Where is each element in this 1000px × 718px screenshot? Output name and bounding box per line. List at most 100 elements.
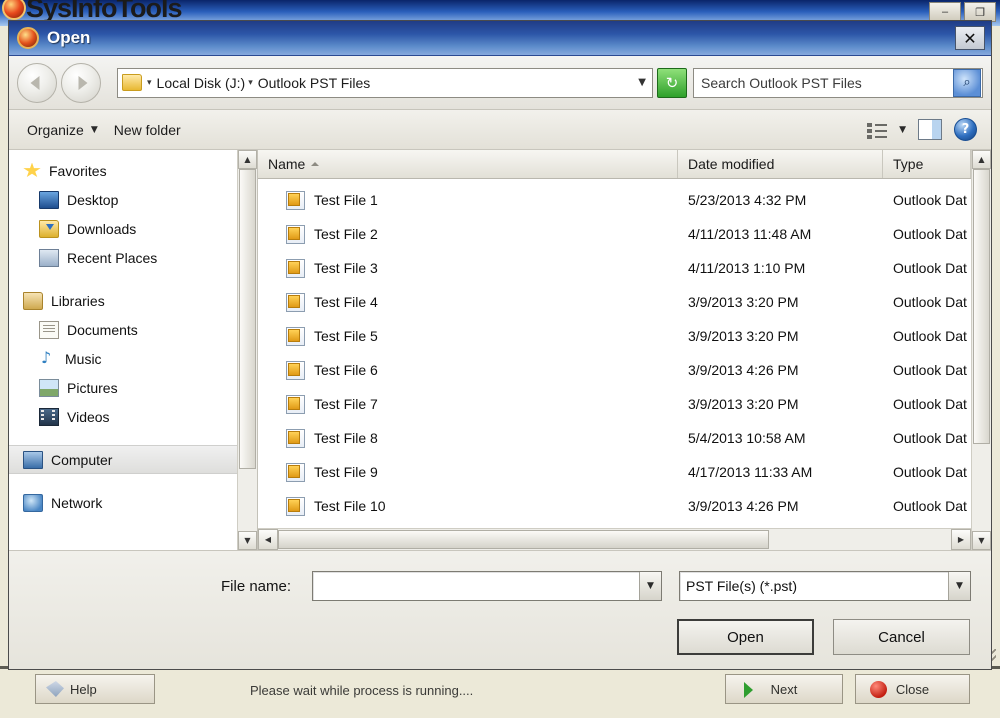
close-icon[interactable]: ✕ bbox=[955, 26, 985, 50]
sidebar-item-favorites[interactable]: Favorites bbox=[9, 156, 237, 185]
sidebar-item-label: Computer bbox=[51, 452, 112, 468]
sidebar-item-label: Desktop bbox=[67, 192, 118, 208]
table-row[interactable]: Test File 9 4/17/2013 11:33 AM Outlook D… bbox=[258, 455, 971, 489]
documents-icon bbox=[39, 321, 59, 339]
table-row[interactable]: Test File 1 5/23/2013 4:32 PM Outlook Da… bbox=[258, 183, 971, 217]
sidebar-scroll-thumb[interactable] bbox=[239, 169, 256, 469]
breadcrumb-item-folder[interactable]: Outlook PST Files bbox=[258, 75, 371, 91]
background-minimize-button[interactable]: – bbox=[929, 2, 961, 22]
filelist-scroll-thumb[interactable] bbox=[973, 169, 990, 444]
filelist-scroll-track[interactable] bbox=[972, 169, 991, 531]
file-type-cell: Outlook Dat bbox=[883, 260, 971, 276]
file-type-cell: Outlook Dat bbox=[883, 328, 971, 344]
sidebar-item-downloads[interactable]: Downloads bbox=[9, 214, 237, 243]
chevron-down-icon[interactable]: ▼ bbox=[899, 125, 906, 135]
scroll-up-icon[interactable]: ▲ bbox=[238, 150, 257, 169]
forward-button[interactable] bbox=[61, 63, 101, 103]
open-button[interactable]: Open bbox=[677, 619, 814, 655]
file-type-select[interactable]: PST File(s) (*.pst) ▼ bbox=[679, 571, 971, 601]
sidebar-item-recent-places[interactable]: Recent Places bbox=[9, 243, 237, 272]
file-name-cell[interactable]: Test File 4 bbox=[258, 293, 678, 312]
file-name-input[interactable]: ▼ bbox=[312, 571, 662, 601]
chevron-down-icon[interactable]: ▼ bbox=[639, 572, 661, 600]
file-name-label: Test File 5 bbox=[314, 328, 378, 344]
chevron-down-icon[interactable]: ▼ bbox=[638, 77, 646, 88]
scroll-up-icon[interactable]: ▲ bbox=[972, 150, 991, 169]
search-placeholder: Search Outlook PST Files bbox=[694, 75, 953, 91]
search-input[interactable]: Search Outlook PST Files ⌕ bbox=[693, 68, 983, 98]
table-row[interactable]: Test File 8 5/4/2013 10:58 AM Outlook Da… bbox=[258, 421, 971, 455]
scroll-down-icon[interactable]: ▼ bbox=[238, 531, 257, 550]
sidebar-item-label: Documents bbox=[67, 322, 138, 338]
sidebar-item-label: Recent Places bbox=[67, 250, 157, 266]
table-row[interactable]: Test File 5 3/9/2013 3:20 PM Outlook Dat bbox=[258, 319, 971, 353]
file-name-cell[interactable]: Test File 2 bbox=[258, 225, 678, 244]
table-row[interactable]: Test File 7 3/9/2013 3:20 PM Outlook Dat bbox=[258, 387, 971, 421]
file-list-horizontal-scrollbar[interactable]: ◀ ▶ bbox=[258, 528, 971, 550]
file-date-cell: 3/9/2013 4:26 PM bbox=[678, 362, 883, 378]
column-header-name[interactable]: Name bbox=[258, 150, 678, 178]
file-name-cell[interactable]: Test File 1 bbox=[258, 191, 678, 210]
preview-pane-icon[interactable] bbox=[918, 119, 942, 140]
file-name-cell[interactable]: Test File 5 bbox=[258, 327, 678, 346]
file-name-cell[interactable]: Test File 9 bbox=[258, 463, 678, 482]
help-icon[interactable]: ? bbox=[954, 118, 977, 141]
scroll-right-icon[interactable]: ▶ bbox=[951, 529, 971, 550]
file-name-cell[interactable]: Test File 8 bbox=[258, 429, 678, 448]
file-name-cell[interactable]: Test File 3 bbox=[258, 259, 678, 278]
dialog-app-icon bbox=[17, 27, 39, 49]
new-folder-button[interactable]: New folder bbox=[106, 118, 189, 142]
file-name-cell[interactable]: Test File 6 bbox=[258, 361, 678, 380]
background-window-controls[interactable]: – ❐ bbox=[929, 2, 996, 22]
sidebar-item-computer[interactable]: Computer bbox=[9, 445, 237, 474]
sidebar-item-documents[interactable]: Documents bbox=[9, 315, 237, 344]
sidebar-item-network[interactable]: Network bbox=[9, 488, 237, 517]
column-header-date-modified[interactable]: Date modified bbox=[678, 150, 883, 178]
sidebar-item-desktop[interactable]: Desktop bbox=[9, 185, 237, 214]
file-name-label: Test File 7 bbox=[314, 396, 378, 412]
cancel-button[interactable]: Cancel bbox=[833, 619, 970, 655]
column-header-type[interactable]: Type bbox=[883, 150, 971, 178]
back-button[interactable] bbox=[17, 63, 57, 103]
sidebar-scroll-track[interactable] bbox=[238, 169, 257, 531]
background-close-button[interactable]: Close bbox=[855, 674, 970, 704]
file-name-cell[interactable]: Test File 7 bbox=[258, 395, 678, 414]
chevron-down-icon[interactable]: ▼ bbox=[948, 572, 970, 600]
file-type-cell: Outlook Dat bbox=[883, 498, 971, 514]
sidebar-item-videos[interactable]: Videos bbox=[9, 402, 237, 431]
table-row[interactable]: Test File 3 4/11/2013 1:10 PM Outlook Da… bbox=[258, 251, 971, 285]
file-name-cell[interactable]: Test File 10 bbox=[258, 497, 678, 516]
hscroll-thumb[interactable] bbox=[278, 530, 769, 549]
sidebar-item-libraries[interactable]: Libraries bbox=[9, 286, 237, 315]
scroll-left-icon[interactable]: ◀ bbox=[258, 529, 278, 550]
sidebar-group-gap bbox=[9, 272, 237, 286]
hscroll-track[interactable] bbox=[278, 529, 951, 550]
search-icon[interactable]: ⌕ bbox=[953, 69, 981, 97]
column-header-row: Name Date modified Type bbox=[258, 150, 971, 179]
breadcrumb[interactable]: ▾ Local Disk (J:) ▾ Outlook PST Files ▼ bbox=[117, 68, 653, 98]
breadcrumb-item-drive[interactable]: Local Disk (J:) bbox=[157, 75, 246, 91]
background-help-button[interactable]: Help bbox=[35, 674, 155, 704]
file-type-cell: Outlook Dat bbox=[883, 396, 971, 412]
refresh-icon[interactable]: ↻ bbox=[657, 68, 687, 98]
view-mode-icon[interactable] bbox=[867, 122, 887, 138]
file-list-vertical-scrollbar[interactable]: ▲ ▼ bbox=[971, 150, 991, 550]
organize-button[interactable]: Organize ▼ bbox=[19, 118, 106, 142]
dialog-title: Open bbox=[47, 28, 90, 48]
close-circle-icon bbox=[870, 681, 887, 698]
background-next-button[interactable]: Next bbox=[725, 674, 843, 704]
file-name-label: Test File 3 bbox=[314, 260, 378, 276]
table-row[interactable]: Test File 4 3/9/2013 3:20 PM Outlook Dat bbox=[258, 285, 971, 319]
table-row[interactable]: Test File 6 3/9/2013 4:26 PM Outlook Dat bbox=[258, 353, 971, 387]
table-row[interactable]: Test File 2 4/11/2013 11:48 AM Outlook D… bbox=[258, 217, 971, 251]
sidebar-item-music[interactable]: Music bbox=[9, 344, 237, 373]
dialog-footer: File name: ▼ PST File(s) (*.pst) ▼ Open … bbox=[9, 551, 991, 669]
file-date-cell: 5/23/2013 4:32 PM bbox=[678, 192, 883, 208]
background-maximize-button[interactable]: ❐ bbox=[964, 2, 996, 22]
table-row[interactable]: Test File 10 3/9/2013 4:26 PM Outlook Da… bbox=[258, 489, 971, 523]
sidebar-scrollbar[interactable]: ▲ ▼ bbox=[237, 150, 257, 550]
scroll-down-icon[interactable]: ▼ bbox=[972, 531, 991, 550]
sidebar-item-pictures[interactable]: Pictures bbox=[9, 373, 237, 402]
next-arrow-icon bbox=[744, 682, 753, 698]
file-date-cell: 3/9/2013 3:20 PM bbox=[678, 396, 883, 412]
